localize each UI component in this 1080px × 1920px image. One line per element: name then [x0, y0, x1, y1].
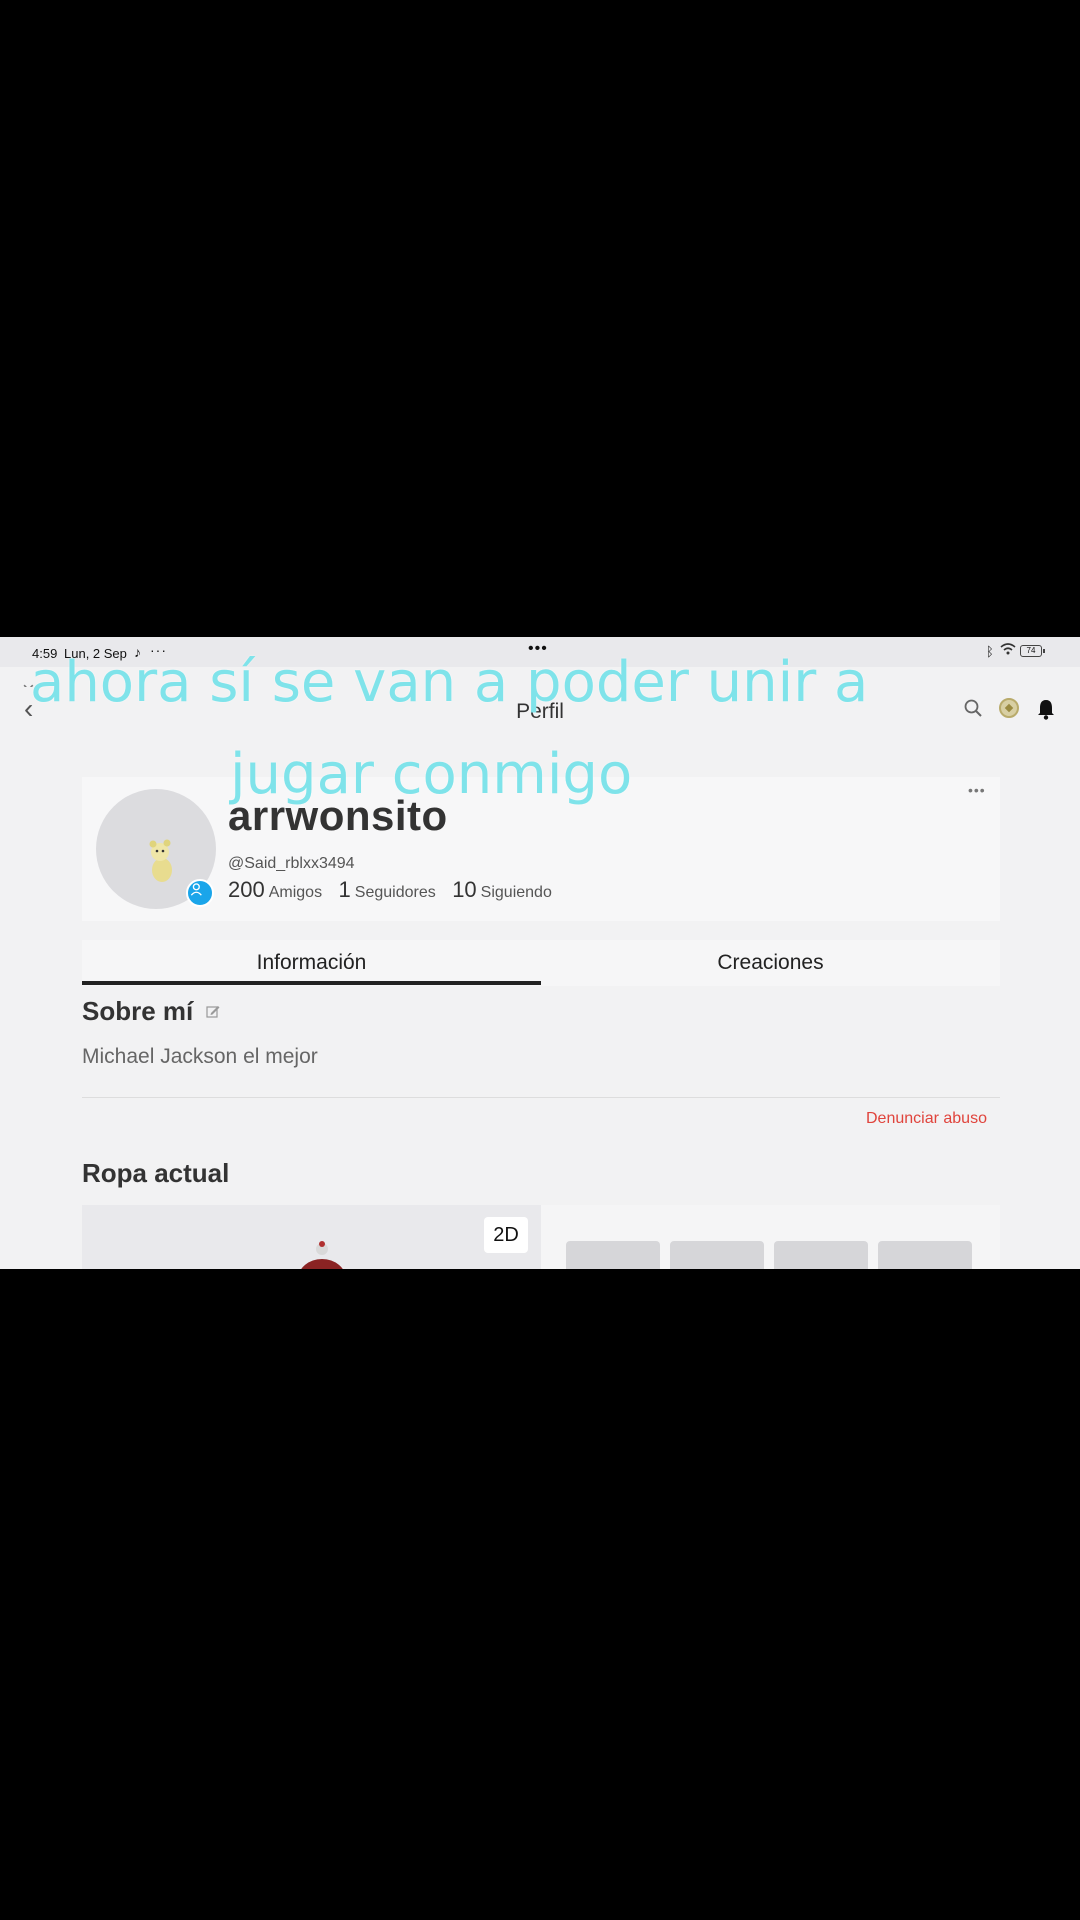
bio-text: Michael Jackson el mejor: [82, 1045, 318, 1068]
avatar-figure-image: [149, 839, 172, 882]
outfit-item-thumbnail[interactable]: [670, 1241, 764, 1269]
current-outfit-heading: Ropa actual: [82, 1158, 230, 1188]
avatar-preview-image: [301, 1241, 343, 1269]
followers-label[interactable]: Seguidores: [355, 884, 436, 901]
friends-label[interactable]: Amigos: [269, 884, 322, 901]
avatar-preview-panel: [82, 1205, 541, 1269]
following-count[interactable]: 10: [452, 877, 476, 902]
outfit-item-thumbnail[interactable]: [566, 1241, 660, 1269]
online-status-badge-icon: [186, 879, 214, 907]
followers-count[interactable]: 1: [339, 877, 351, 902]
outfit-item-thumbnail[interactable]: [774, 1241, 868, 1269]
divider: [82, 1097, 1000, 1098]
profile-stats: 200 Amigos 1 Seguidores 10 Siguiendo: [228, 877, 564, 903]
following-label[interactable]: Siguiendo: [481, 884, 552, 901]
friends-count[interactable]: 200: [228, 877, 265, 902]
profile-tabs: Información Creaciones: [82, 940, 1000, 986]
overlay-caption-line-2: jugar conmigo: [230, 742, 633, 807]
view-2d-toggle-button[interactable]: 2D: [484, 1217, 528, 1253]
active-tab-indicator: [82, 981, 541, 985]
report-abuse-link[interactable]: Denunciar abuso: [866, 1110, 987, 1128]
overlay-caption-line-1: ahora sí se van a poder unir a: [30, 650, 869, 715]
username-handle: @Said_rblxx3494: [228, 855, 355, 872]
tab-informacion[interactable]: Información: [82, 940, 541, 986]
tab-creaciones[interactable]: Creaciones: [541, 940, 1000, 986]
app-screen: 4:59 Lun, 2 Sep ♪ ··· ••• ᛒ 74 × ‹ Perfi…: [0, 637, 1080, 1269]
edit-icon[interactable]: [206, 1004, 220, 1018]
outfit-item-thumbnail[interactable]: [878, 1241, 972, 1269]
about-heading: Sobre mí: [82, 996, 194, 1026]
